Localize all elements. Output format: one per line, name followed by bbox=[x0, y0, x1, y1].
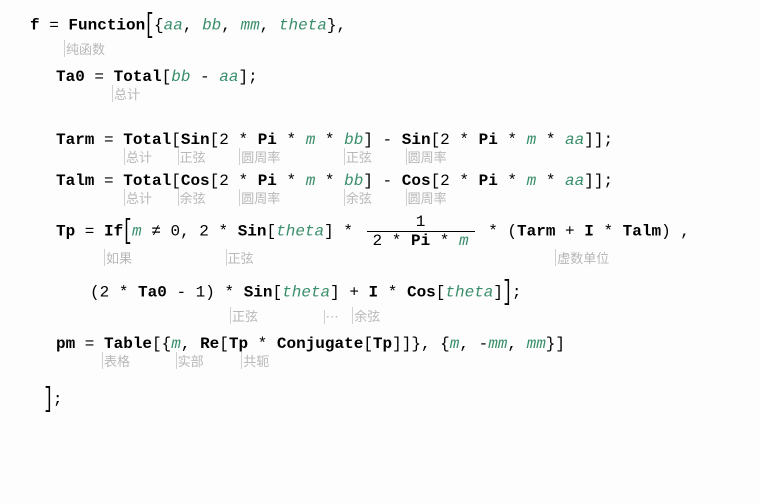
code-line-4: Talm = Total[Cos[2 * Pi * m * bb] - Cos[… bbox=[30, 172, 740, 207]
code-line-5: Tp = If[m ≠ 0, 2 * Sin[theta] * 12 * Pi … bbox=[30, 213, 740, 267]
fn-function: Function bbox=[68, 17, 145, 35]
fn-if: If bbox=[104, 223, 123, 241]
code-line-3: Tarm = Total[Sin[2 * Pi * m * bb] - Sin[… bbox=[30, 131, 740, 166]
hint-line-6: 正弦 ⋯ 余弦 bbox=[90, 306, 740, 325]
hint-line-3: 总计 正弦 圆周率 正弦 圆周率 bbox=[56, 147, 740, 166]
code-line-8: ]; bbox=[30, 384, 740, 415]
hint-line-1: 纯函数 bbox=[30, 39, 740, 58]
code-line-6: (2 * Ta0 - 1) * Sin[theta] + I * Cos[the… bbox=[30, 277, 740, 325]
hint-line-7: 表格 实部 共轭 bbox=[56, 351, 740, 370]
hint-line-4: 总计 余弦 圆周率 余弦 圆周率 bbox=[56, 188, 740, 207]
hint-line-5: 如果 正弦 虚数单位 bbox=[56, 248, 740, 267]
hint-line-2: 总计 bbox=[56, 84, 740, 103]
code-line-1: f = Function[{aa, bb, mm, theta}, 纯函数 bbox=[30, 10, 740, 58]
fraction: 12 * Pi * m bbox=[367, 213, 475, 250]
var-f: f bbox=[30, 17, 40, 35]
code-line-7: pm = Table[{m, Re[Tp * Conjugate[Tp]]}, … bbox=[30, 335, 740, 370]
code-line-2: Ta0 = Total[bb - aa]; 总计 bbox=[30, 68, 740, 103]
